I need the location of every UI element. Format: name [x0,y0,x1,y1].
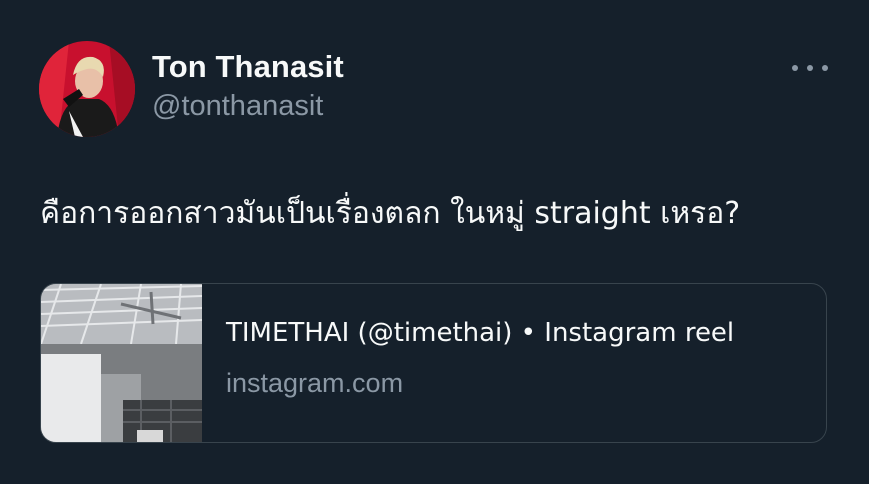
link-card-domain[interactable]: instagram.com [226,368,403,399]
link-card-title[interactable]: TIMETHAI (@timethai) • Instagram reel [226,318,734,348]
avatar-image [39,41,135,137]
display-name[interactable]: Ton Thanasit [152,49,344,85]
link-card[interactable]: TIMETHAI (@timethai) • Instagram reel in… [40,283,827,443]
handle[interactable]: @tonthanasit [152,90,323,123]
link-card-thumbnail [41,284,202,442]
more-options-icon[interactable] [792,58,828,78]
tweet-text: คือการออกสาวมันเป็นเรื่องตลก ในหมู่ stra… [40,196,741,231]
tweet: Ton Thanasit @tonthanasit คือการออกสาวมั… [0,0,869,484]
avatar[interactable] [39,41,135,137]
